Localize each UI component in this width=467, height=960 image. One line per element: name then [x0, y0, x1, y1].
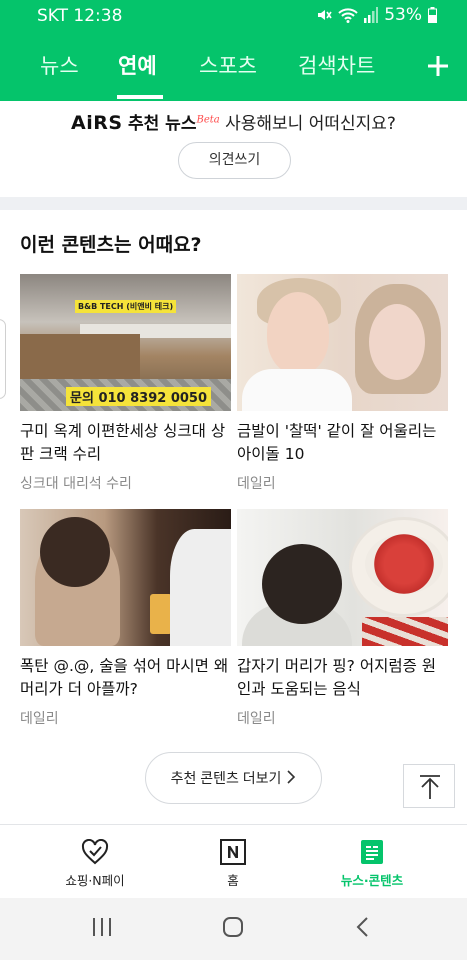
card-source: 싱크대 대리석 수리 [20, 476, 132, 492]
airs-feedback: AiRS 추천 뉴스Beta 사용해보니 어떠신지요? 의견쓰기 [0, 101, 467, 197]
card-source: 데일리 [237, 711, 276, 727]
card-source: 데일리 [20, 711, 59, 727]
thumb-cabinet [20, 334, 140, 379]
card-title[interactable]: 폭탄 @.@, 술을 섞어 마시면 왜 머리가 더 아플까? [20, 655, 231, 701]
signal-icon [364, 7, 379, 23]
card-thumbnail[interactable] [237, 509, 448, 646]
system-nav-bar [0, 898, 467, 960]
active-tab-indicator [117, 95, 163, 99]
card-title[interactable]: 금발이 '찰떡' 같이 잘 어울리는 아이돌 10 [237, 420, 448, 466]
thumb-person [170, 529, 231, 646]
thumb-glass [150, 594, 172, 634]
back-icon[interactable] [355, 916, 371, 942]
thumb-shirt [242, 369, 352, 411]
thumb-face [369, 304, 425, 380]
content-card[interactable]: 폭탄 @.@, 술을 섞어 마시면 왜 머리가 더 아플까? 데일리 [20, 509, 231, 728]
opinion-button[interactable]: 의견쓰기 [178, 142, 291, 179]
bottom-tab-shopping[interactable]: 쇼핑·N페이 [35, 839, 155, 889]
bottom-tab-home[interactable]: 홈 [173, 839, 293, 889]
chevron-right-icon [287, 769, 296, 787]
section-title: 이런 콘텐츠는 어때요? [20, 234, 202, 256]
bottom-tab-label: 홈 [227, 873, 239, 888]
card-title[interactable]: 구미 옥계 이편한세상 싱크대 상판 크랙 수리 [20, 420, 231, 466]
card-thumbnail[interactable] [237, 274, 448, 411]
card-title[interactable]: 갑자기 머리가 핑? 어지럼증 원인과 도움되는 음식 [237, 655, 448, 701]
battery-percent: 53% [384, 5, 422, 25]
card-thumbnail[interactable]: B&B TECH (비앤비 테크) 문의 010 8392 0050 [20, 274, 231, 411]
airs-question: 사용해보니 어떠신지요? [225, 114, 396, 134]
bottom-tab-label: 쇼핑·N페이 [65, 873, 125, 888]
scroll-to-top-button[interactable] [403, 764, 455, 808]
bottom-tab-label: 뉴스·콘텐츠 [340, 873, 404, 888]
heart-check-icon [35, 839, 155, 865]
more-content-button[interactable]: 추천 콘텐츠 더보기 [145, 752, 322, 804]
recommend-section: 이런 콘텐츠는 어때요? B&B TECH (비앤비 테크) 문의 010 83… [0, 210, 467, 824]
news-list-icon [312, 839, 432, 865]
content-card[interactable]: 금발이 '찰떡' 같이 잘 어울리는 아이돌 10 데일리 [237, 274, 448, 493]
battery-icon [428, 7, 437, 23]
screen: SKT 12:38 53% 뉴스 연예 스포츠 검색차트 AiRS 추천 뉴스B… [0, 0, 467, 960]
bottom-tab-news-content[interactable]: 뉴스·콘텐츠 [312, 839, 432, 889]
mute-icon [316, 7, 332, 23]
thumb-phone: 문의 010 8392 0050 [66, 387, 211, 406]
tab-search-chart[interactable]: 검색차트 [298, 50, 375, 80]
thumb-chili [362, 617, 448, 646]
wifi-icon [338, 7, 358, 23]
section-divider [0, 197, 467, 210]
thumb-caption: B&B TECH (비앤비 테크) [75, 300, 177, 313]
top-nav: 뉴스 연예 스포츠 검색차트 [0, 32, 467, 101]
thumb-head [262, 544, 342, 624]
airs-recommend-news: 추천 뉴스 [127, 114, 197, 134]
thumb-face [267, 292, 329, 374]
status-bar: SKT 12:38 53% [0, 0, 467, 32]
thumb-berries [365, 534, 443, 594]
tab-news[interactable]: 뉴스 [40, 50, 79, 80]
thumb-hair [40, 517, 110, 587]
home-icon[interactable] [222, 916, 244, 942]
recent-apps-icon[interactable] [92, 916, 112, 942]
tab-entertainment[interactable]: 연예 [118, 50, 157, 80]
arrow-up-icon [404, 775, 456, 813]
edge-panel-handle[interactable] [0, 319, 6, 399]
airs-question-line: AiRS 추천 뉴스Beta 사용해보니 어떠신지요? [0, 109, 467, 134]
airs-logo: AiRS [71, 112, 123, 134]
content-card[interactable]: B&B TECH (비앤비 테크) 문의 010 8392 0050 구미 옥계… [20, 274, 231, 493]
tab-sports[interactable]: 스포츠 [199, 50, 257, 80]
naver-n-icon [173, 839, 293, 865]
bottom-tab-bar: 쇼핑·N페이 홈 뉴스·콘텐츠 [0, 824, 467, 898]
status-icons: 53% [316, 5, 437, 25]
plus-icon[interactable] [426, 54, 450, 78]
card-thumbnail[interactable] [20, 509, 231, 646]
status-time: SKT 12:38 [37, 6, 123, 26]
card-source: 데일리 [237, 476, 276, 492]
content-card[interactable]: 갑자기 머리가 핑? 어지럼증 원인과 도움되는 음식 데일리 [237, 509, 448, 728]
more-content-label: 추천 콘텐츠 더보기 [170, 770, 282, 786]
beta-badge: Beta [196, 114, 220, 126]
